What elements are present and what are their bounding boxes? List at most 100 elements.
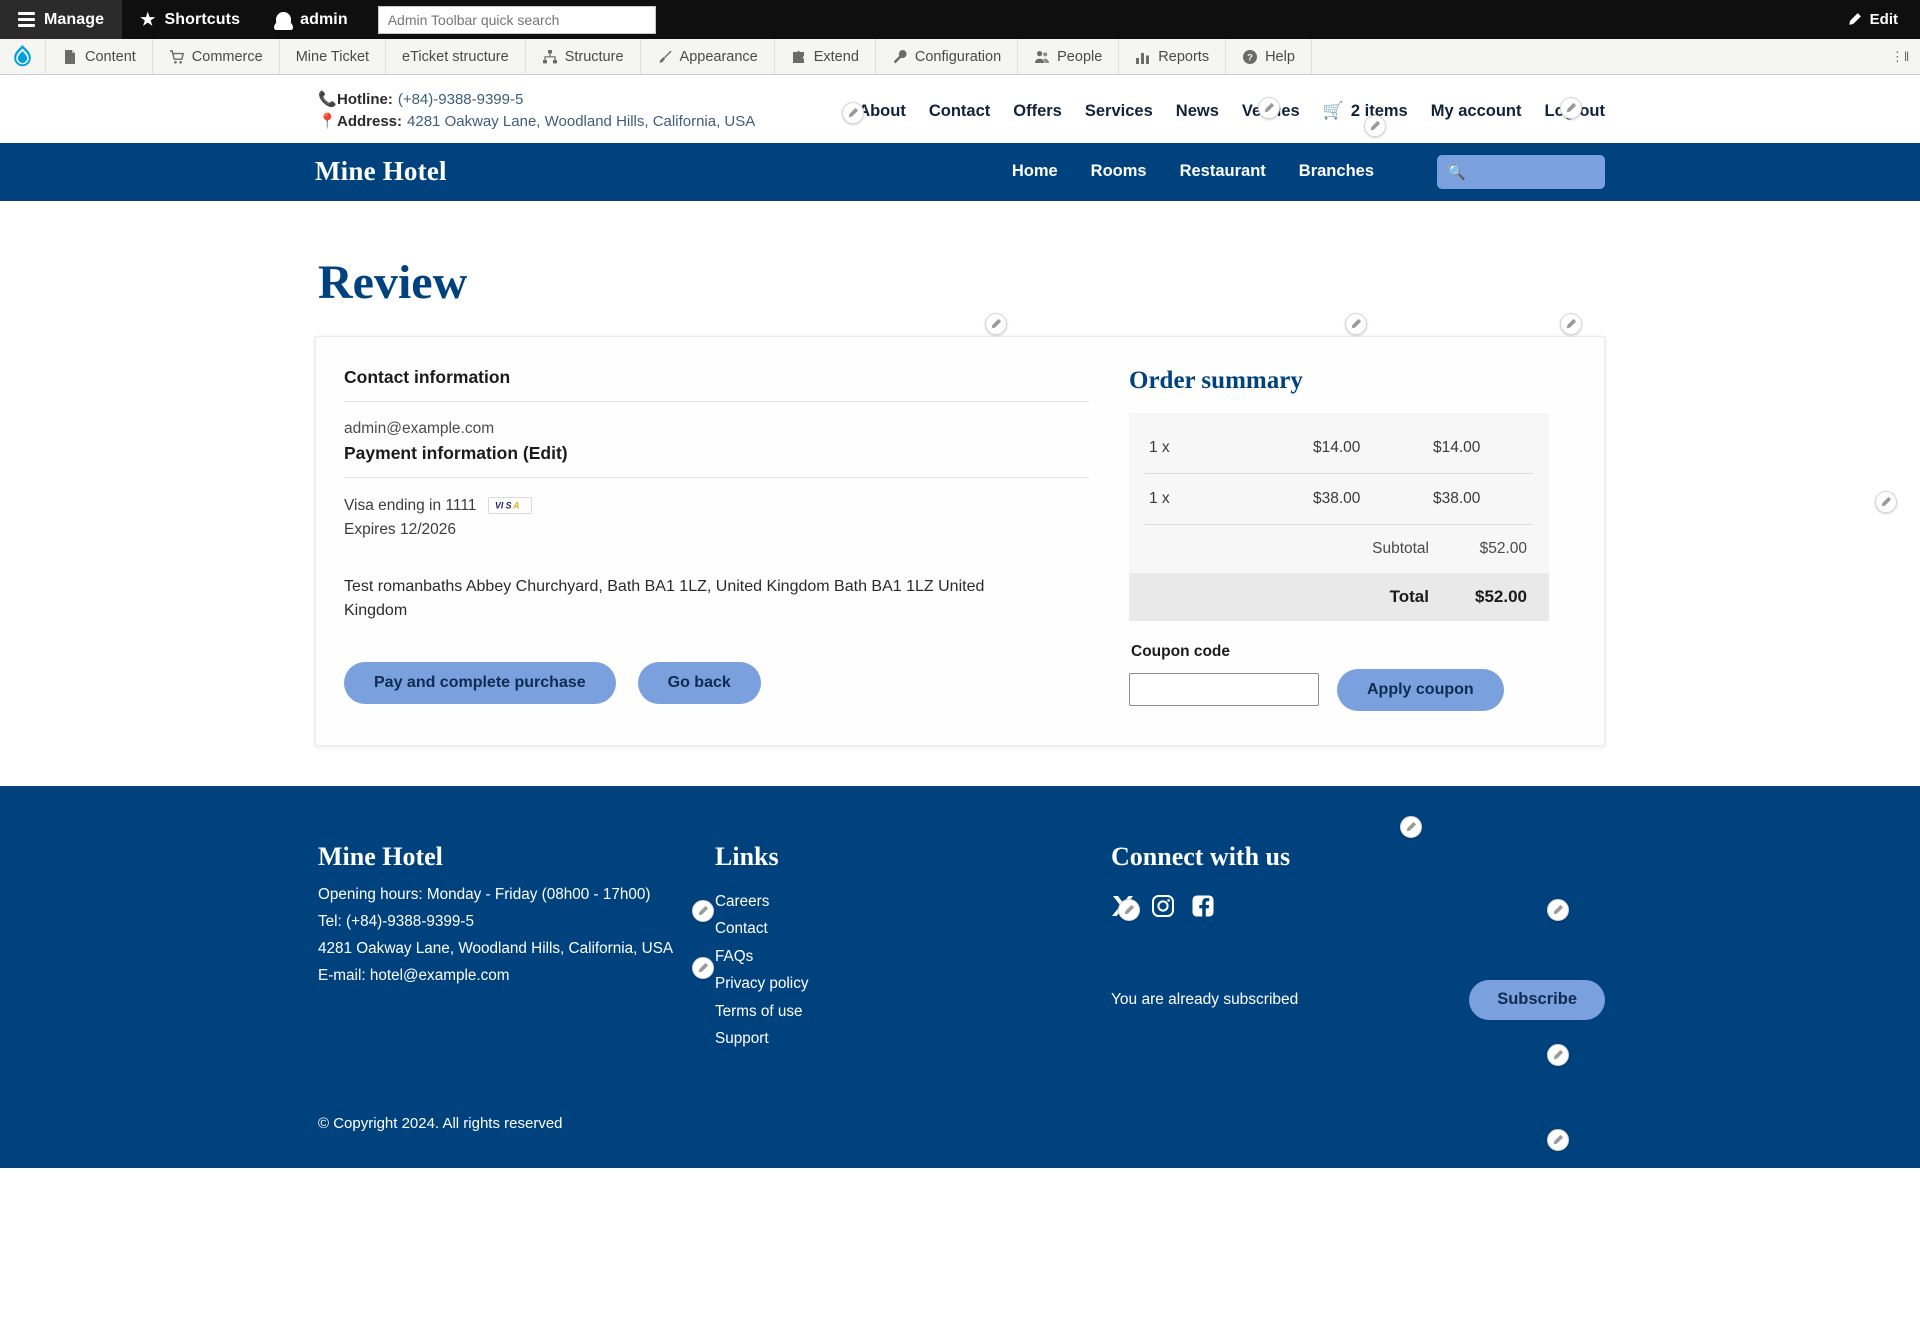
customer-email: admin@example.com (344, 419, 495, 437)
toolbar-orientation-toggle[interactable]: ⋮‖ (1880, 39, 1920, 74)
coupon-code-input[interactable] (1129, 673, 1319, 706)
apply-coupon-button[interactable]: Apply coupon (1337, 668, 1504, 711)
contextual-pencil-footer-links[interactable] (1118, 898, 1140, 921)
footer-link-support[interactable]: Support (715, 1025, 1063, 1053)
footer-link-terms-of-use[interactable]: Terms of use (715, 998, 1063, 1026)
top-nav-news[interactable]: News (1176, 102, 1219, 121)
hotline-label: Hotline: (337, 91, 393, 108)
contextual-pencil-billing-address[interactable] (1400, 815, 1422, 838)
footer-link-privacy-policy[interactable]: Privacy policy (715, 970, 1063, 998)
checkout-review-card: Contact information admin@example.com Pa… (315, 335, 1605, 746)
admin-menu-item-appearance[interactable]: Appearance (641, 39, 775, 74)
contextual-pencil-page-title[interactable] (1875, 490, 1897, 513)
footer-connect-heading: Connect with us (1111, 841, 1291, 871)
structure-icon (542, 49, 557, 63)
footer-link-contact[interactable]: Contact (715, 915, 1063, 943)
site-brand[interactable]: Mine Hotel (315, 156, 447, 187)
admin-menu-item-commerce[interactable]: Commerce (153, 39, 280, 74)
admin-quick-search-input[interactable] (377, 5, 656, 34)
admin-manage-button[interactable]: Manage (0, 0, 123, 39)
pencil-icon (1370, 120, 1381, 131)
go-back-button[interactable]: Go back (637, 662, 761, 705)
user-icon (274, 12, 294, 30)
line-item-total: $14.00 (1433, 438, 1481, 456)
nav-rooms[interactable]: Rooms (1091, 162, 1147, 181)
admin-menu-label: Structure (564, 48, 624, 65)
order-summary-heading: Order summary (1129, 366, 1303, 394)
newsletter-row: You are already subscribed Subscribe (1111, 918, 1605, 1020)
contextual-pencil-footer-brand[interactable] (692, 899, 714, 922)
order-line-item: 1 x $38.00 $38.00 (1145, 474, 1533, 525)
top-nav-about[interactable]: About (858, 102, 906, 121)
admin-menu-label: eTicket structure (402, 48, 509, 65)
admin-manage-label: Manage (44, 10, 105, 28)
contextual-pencil-footer-connect[interactable] (1547, 898, 1569, 921)
admin-menu-item-content[interactable]: Content (46, 39, 153, 74)
visa-badge: VI S A (488, 497, 533, 514)
social-link-facebook[interactable] (1191, 894, 1215, 918)
admin-menu-item-structure[interactable]: Structure (526, 39, 641, 74)
contextual-edit-toggle[interactable]: Edit (1825, 11, 1920, 28)
admin-user-button[interactable]: admin (258, 0, 366, 39)
contextual-pencil-search[interactable] (1560, 312, 1582, 335)
hotline-value[interactable]: (+84)-9388-9399-5 (398, 89, 524, 111)
cart-link[interactable]: 🛒 2 items (1323, 101, 1408, 121)
puzzle-icon (792, 50, 804, 63)
admin-menu-item-reports[interactable]: Reports (1119, 39, 1227, 74)
hotline-line: 📞 Hotline: (+84)-9388-9399-5 (318, 89, 755, 111)
admin-menu-item-people[interactable]: People (1018, 39, 1120, 74)
admin-menu-spacer (1312, 39, 1880, 74)
admin-shortcuts-label: Shortcuts (164, 10, 241, 28)
footer-link-careers[interactable]: Careers (715, 888, 1063, 916)
admin-menu-item-help[interactable]: ? Help (1226, 39, 1312, 74)
contextual-pencil-footer-hours[interactable] (692, 956, 714, 979)
admin-menu-item-eticket-structure[interactable]: eTicket structure (386, 39, 526, 74)
pencil-icon (1264, 102, 1275, 113)
secondary-nav: About Contact Offers Services News Venue… (858, 89, 1605, 121)
my-account-link[interactable]: My account (1431, 102, 1522, 121)
admin-menu-item-mine-ticket[interactable]: Mine Ticket (280, 39, 387, 74)
subscribe-button[interactable]: Subscribe (1469, 979, 1605, 1020)
top-nav-contact[interactable]: Contact (929, 102, 990, 121)
admin-menu-label: Content (85, 48, 136, 65)
people-icon (1035, 50, 1050, 63)
contextual-pencil-account[interactable] (1560, 97, 1582, 119)
nav-restaurant[interactable]: Restaurant (1180, 162, 1266, 181)
nav-branches[interactable]: Branches (1299, 162, 1374, 181)
admin-menu-label: Configuration (914, 48, 1002, 65)
drupal-logo[interactable] (0, 39, 46, 74)
footer-address: 4281 Oakway Lane, Woodland Hills, Califo… (318, 939, 674, 957)
footer-links-column: Links Careers Contact FAQs Privacy polic… (715, 842, 1063, 1053)
contact-information-heading: Contact information (344, 367, 1089, 402)
footer-link-faqs[interactable]: FAQs (715, 943, 1063, 971)
admin-shortcuts-button[interactable]: ★ Shortcuts (122, 0, 259, 39)
nav-home[interactable]: Home (1012, 162, 1058, 181)
page-body: Review Contact information admin@example… (0, 200, 1920, 838)
contextual-pencil-cart[interactable] (1364, 115, 1386, 137)
instagram-icon (1152, 894, 1174, 917)
svg-text:VI: VI (495, 501, 504, 511)
admin-toolbar: Manage ★ Shortcuts admin Edit (0, 0, 1920, 39)
order-line-item: 1 x $14.00 $14.00 (1145, 423, 1533, 474)
address-line: 📍 Address: 4281 Oakway Lane, Woodland Hi… (318, 111, 755, 133)
page-title: Review (318, 255, 468, 309)
payment-information-heading[interactable]: Payment information (Edit) (344, 438, 1089, 478)
contextual-pencil-top-nav[interactable] (842, 102, 864, 124)
social-link-instagram[interactable] (1151, 894, 1175, 918)
contextual-pencil-newsletter[interactable] (1547, 1043, 1569, 1066)
footer-links-heading: Links (715, 841, 779, 871)
footer-brand: Mine Hotel (318, 841, 443, 871)
site-search-box[interactable]: 🔍 (1437, 154, 1605, 189)
contextual-pencil-venues[interactable] (1258, 97, 1280, 119)
top-nav-services[interactable]: Services (1085, 102, 1153, 121)
pay-and-complete-purchase-button[interactable]: Pay and complete purchase (344, 662, 616, 705)
contextual-pencil-navbar-brand[interactable] (985, 312, 1007, 335)
top-nav-offers[interactable]: Offers (1013, 102, 1062, 121)
pencil-icon (698, 962, 709, 972)
admin-menu-item-extend[interactable]: Extend (775, 39, 876, 74)
coupon-row: Apply coupon (1129, 668, 1549, 711)
contextual-pencil-primary-nav[interactable] (1345, 312, 1367, 335)
pencil-icon (1553, 1049, 1564, 1059)
admin-menu-item-configuration[interactable]: Configuration (876, 39, 1019, 74)
contextual-pencil-copyright[interactable] (1547, 1128, 1569, 1151)
